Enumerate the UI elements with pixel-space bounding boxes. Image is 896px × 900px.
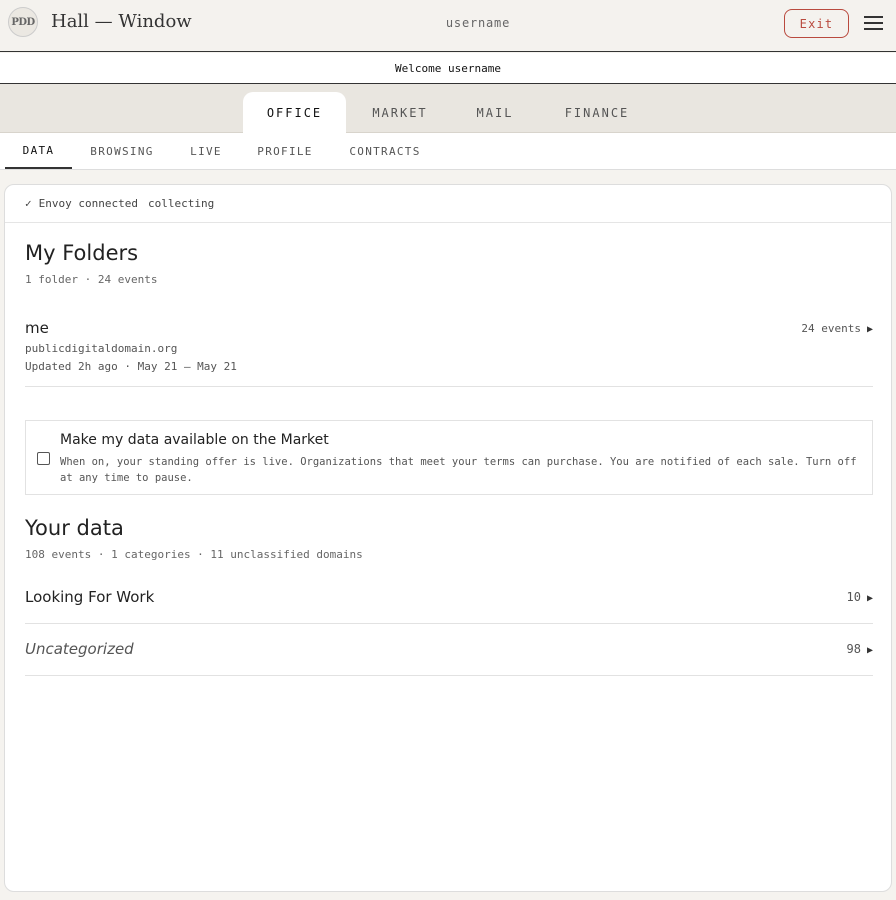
subtab-data[interactable]: DATA (5, 133, 72, 169)
market-optin-checkbox[interactable] (37, 452, 50, 465)
tab-office[interactable]: OFFICE (243, 92, 346, 133)
category-count: 10 ▶ (847, 590, 873, 604)
folders-heading: My Folders (25, 241, 139, 265)
category-name: Looking For Work (25, 588, 155, 606)
category-count: 98 ▶ (847, 642, 873, 656)
exit-button[interactable]: Exit (784, 9, 849, 38)
main-tabs: OFFICE MARKET MAIL FINANCE (0, 84, 896, 133)
folder-count-label: 24 events (801, 322, 861, 335)
your-data-heading: Your data (25, 516, 124, 540)
tab-mail[interactable]: MAIL (460, 92, 530, 133)
category-count-value: 10 (846, 590, 861, 604)
header-username: username (445, 16, 511, 30)
category-row[interactable]: Uncategorized 98 ▶ (25, 624, 873, 676)
folder-domain: publicdigitaldomain.org (25, 342, 178, 355)
folder-updated: Updated 2h ago · May 21 – May 21 (25, 360, 237, 373)
market-optin-title: Make my data available on the Market (60, 432, 329, 448)
subtab-contracts[interactable]: CONTRACTS (340, 133, 430, 169)
subtab-browsing[interactable]: BROWSING (82, 133, 162, 169)
subtab-live[interactable]: LIVE (180, 133, 232, 169)
play-arrow-icon: ▶ (866, 324, 873, 335)
subtab-profile[interactable]: PROFILE (248, 133, 322, 169)
play-arrow-icon: ▶ (866, 593, 873, 604)
tab-finance[interactable]: FINANCE (548, 92, 646, 133)
check-icon: ✓ (25, 197, 32, 210)
category-count-value: 98 (846, 642, 861, 656)
hamburger-menu-icon[interactable] (864, 16, 883, 30)
folder-name: me (25, 319, 49, 337)
folder-row[interactable]: me publicdigitaldomain.org Updated 2h ag… (25, 315, 873, 387)
category-name: Uncategorized (25, 640, 134, 658)
category-row[interactable]: Looking For Work 10 ▶ (25, 572, 873, 624)
data-panel: ✓ Envoy connected collecting My Folders … (4, 184, 892, 892)
welcome-banner: Welcome username (0, 53, 896, 84)
sub-tabs: DATA BROWSING LIVE PROFILE CONTRACTS (0, 133, 896, 170)
tab-market[interactable]: MARKET (356, 92, 444, 133)
status-text: Envoy connected (38, 197, 138, 210)
market-optin-box: Make my data available on the Market Whe… (25, 420, 873, 495)
envoy-status-bar: ✓ Envoy connected collecting (5, 185, 891, 223)
market-optin-description: When on, your standing offer is live. Or… (60, 456, 857, 484)
folder-count: 24 events ▶ (801, 322, 873, 335)
app-header: PDD Hall — Window username Exit (0, 0, 896, 52)
status-state: collecting (147, 197, 215, 210)
folders-summary: 1 folder · 24 events (25, 273, 158, 286)
play-arrow-icon: ▶ (866, 645, 873, 656)
your-data-summary: 108 events · 1 categories · 11 unclassif… (25, 548, 363, 561)
